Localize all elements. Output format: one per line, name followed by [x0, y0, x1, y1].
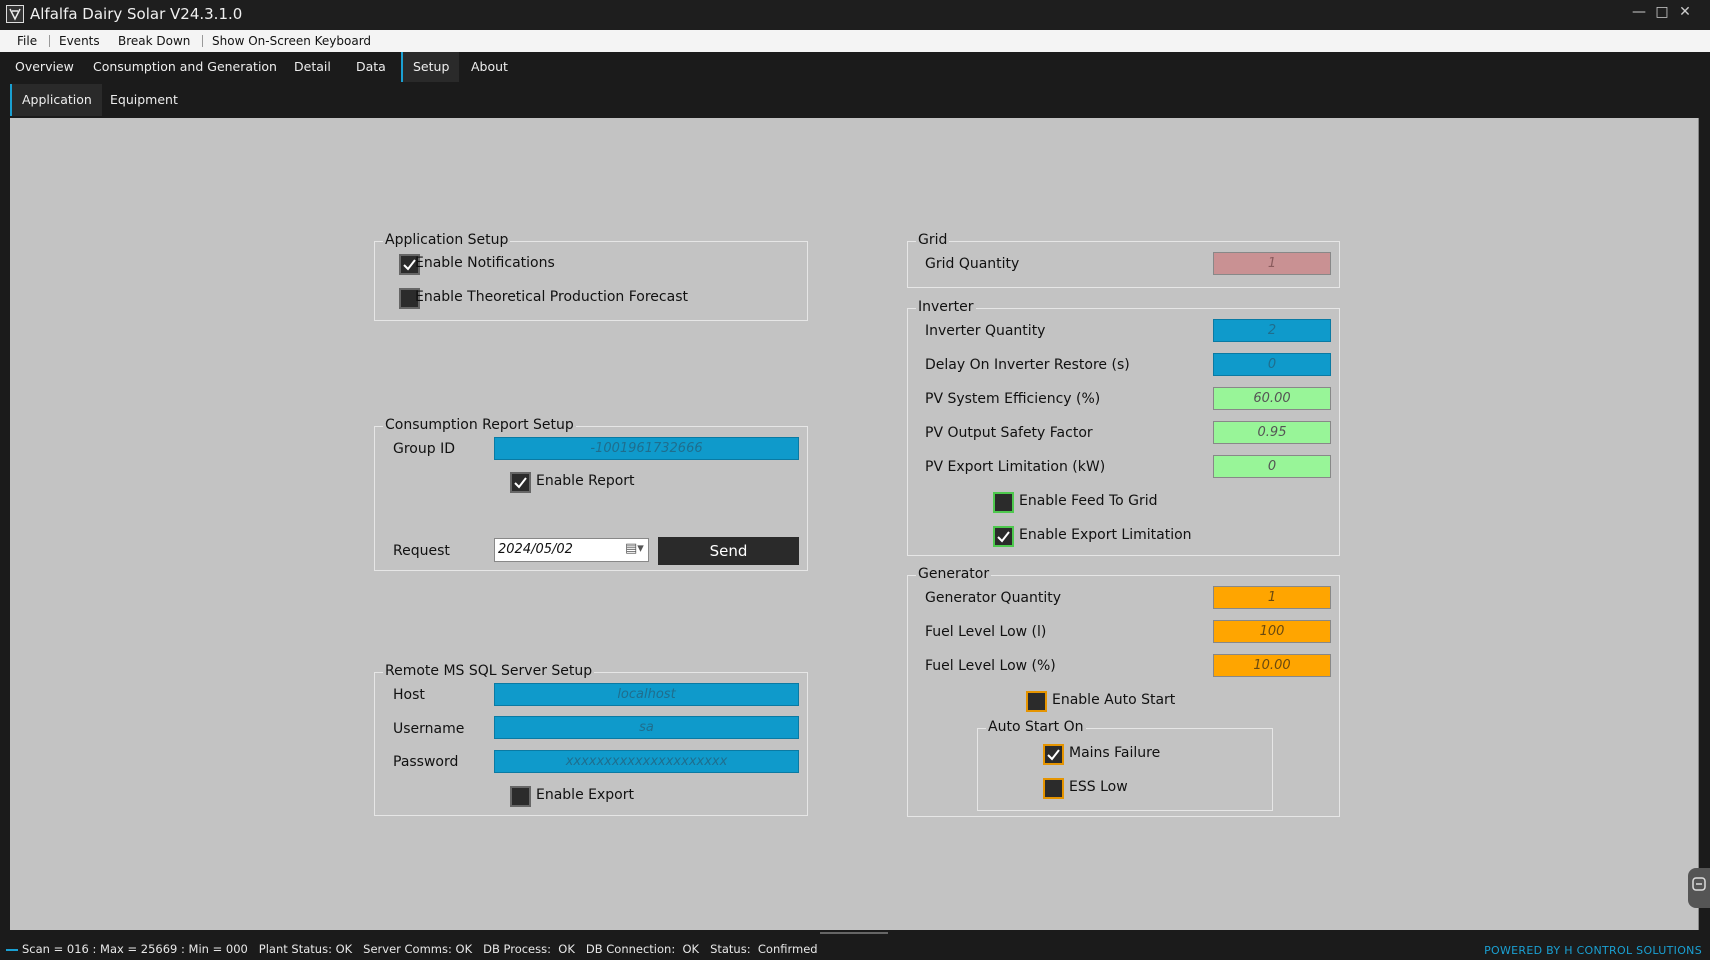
generator-quantity-input[interactable]: 1 [1213, 586, 1331, 609]
group-id-label: Group ID [393, 441, 455, 457]
generator-quantity-label: Generator Quantity [925, 590, 1062, 606]
host-input[interactable]: localhost [494, 683, 799, 706]
grid-quantity-label: Grid Quantity [925, 256, 1020, 272]
ess-low-checkbox[interactable] [1043, 778, 1064, 799]
fuel-low-l-label: Fuel Level Low (l) [925, 624, 1047, 640]
send-button[interactable]: Send [658, 537, 799, 565]
application-setup-group: Application Setup Enable Notifications E… [374, 232, 808, 321]
status-text: Scan = 016 : Max = 25669 : Min = 000 Pla… [22, 942, 818, 956]
tab-about[interactable]: About [461, 52, 518, 82]
pv-safety-input[interactable]: 0.95 [1213, 421, 1331, 444]
username-input[interactable]: sa [494, 716, 799, 739]
pv-export-limit-label: PV Export Limitation (kW) [925, 459, 1106, 475]
ess-low-label: ESS Low [1069, 779, 1128, 795]
group-title: Remote MS SQL Server Setup [383, 663, 595, 679]
tab-data[interactable]: Data [346, 52, 396, 82]
password-label: Password [393, 754, 459, 770]
fuel-low-l-input[interactable]: 100 [1213, 620, 1331, 643]
menu-events[interactable]: Events [59, 30, 100, 52]
pv-efficiency-input[interactable]: 60.00 [1213, 387, 1331, 410]
enable-export-checkbox[interactable] [510, 786, 531, 807]
close-icon[interactable]: ✕ [1674, 2, 1696, 22]
group-title: Inverter [916, 299, 976, 315]
tab-setup[interactable]: Setup [401, 52, 460, 82]
status-indicator [6, 949, 18, 951]
window-title: Alfalfa Dairy Solar V24.3.1.0 [30, 5, 243, 23]
enable-report-label: Enable Report [536, 473, 635, 489]
menu-bar: File Events Break Down Show On-Screen Ke… [0, 30, 1710, 53]
tab-overview[interactable]: Overview [5, 52, 84, 82]
resize-grip[interactable] [820, 932, 888, 940]
title-bar: Alfalfa Dairy Solar V24.3.1.0 — □ ✕ [0, 0, 1710, 30]
group-title: Auto Start On [986, 719, 1086, 735]
enable-auto-start-checkbox[interactable] [1026, 691, 1047, 712]
status-bar: Scan = 016 : Max = 25669 : Min = 000 Pla… [0, 932, 1710, 960]
tab-application[interactable]: Application [10, 84, 102, 116]
request-label: Request [393, 543, 450, 559]
export-limitation-label: Enable Export Limitation [1019, 527, 1192, 543]
auto-start-on-group: Auto Start On Mains Failure ESS Low [977, 719, 1273, 811]
group-title: Grid [916, 232, 950, 248]
feed-to-grid-checkbox[interactable] [993, 492, 1014, 513]
pv-safety-label: PV Output Safety Factor [925, 425, 1093, 441]
panel-toggle-icon [1692, 877, 1706, 891]
minimize-icon[interactable]: — [1628, 2, 1650, 22]
consumption-report-group: Consumption Report Setup Group ID -10019… [374, 417, 808, 571]
delay-restore-label: Delay On Inverter Restore (s) [925, 357, 1130, 373]
fuel-low-pct-input[interactable]: 10.00 [1213, 654, 1331, 677]
menu-file[interactable]: File [17, 30, 37, 52]
app-logo-icon [6, 5, 24, 23]
grid-group: Grid Grid Quantity 1 [907, 232, 1340, 288]
side-panel-handle[interactable] [1688, 868, 1710, 908]
group-title: Generator [916, 566, 992, 582]
maximize-icon[interactable]: □ [1651, 2, 1673, 22]
pv-efficiency-label: PV System Efficiency (%) [925, 391, 1101, 407]
pv-export-limit-input[interactable]: 0 [1213, 455, 1331, 478]
group-title: Consumption Report Setup [383, 417, 576, 433]
tab-consumption-generation[interactable]: Consumption and Generation [83, 52, 287, 82]
tab-detail[interactable]: Detail [284, 52, 341, 82]
group-id-input[interactable]: -1001961732666 [494, 437, 799, 460]
delay-restore-input[interactable]: 0 [1213, 353, 1331, 376]
fuel-low-pct-label: Fuel Level Low (%) [925, 658, 1056, 674]
enable-report-checkbox[interactable] [510, 472, 531, 493]
sql-server-group: Remote MS SQL Server Setup Host localhos… [374, 663, 808, 816]
request-date-value: 2024/05/02 [498, 542, 573, 557]
menu-separator [202, 35, 203, 47]
inverter-quantity-input[interactable]: 2 [1213, 319, 1331, 342]
menu-show-keyboard[interactable]: Show On-Screen Keyboard [212, 30, 371, 52]
export-limitation-checkbox[interactable] [993, 526, 1014, 547]
mains-failure-label: Mains Failure [1069, 745, 1161, 761]
calendar-dropdown-icon[interactable]: ▤▾ [625, 541, 644, 556]
username-label: Username [393, 721, 465, 737]
main-tab-bar: Overview Consumption and Generation Deta… [0, 52, 1710, 82]
enable-export-label: Enable Export [536, 787, 634, 803]
password-input[interactable]: xxxxxxxxxxxxxxxxxxxxx [494, 750, 799, 773]
grid-quantity-input[interactable]: 1 [1213, 252, 1331, 275]
inverter-quantity-label: Inverter Quantity [925, 323, 1046, 339]
group-title: Application Setup [383, 232, 511, 248]
menu-break-down[interactable]: Break Down [118, 30, 190, 52]
request-date-picker[interactable]: 2024/05/02 ▤▾ [494, 538, 649, 562]
sub-tab-bar: Application Equipment [8, 84, 1702, 116]
enable-auto-start-label: Enable Auto Start [1052, 692, 1176, 708]
mains-failure-checkbox[interactable] [1043, 744, 1064, 765]
generator-group: Generator Generator Quantity 1 Fuel Leve… [907, 566, 1340, 817]
enable-notifications-label: Enable Notifications [415, 255, 555, 271]
setup-content-panel: Application Setup Enable Notifications E… [10, 118, 1699, 930]
tab-equipment[interactable]: Equipment [100, 84, 188, 116]
powered-by-label: POWERED BY H CONTROL SOLUTIONS [1484, 944, 1702, 957]
feed-to-grid-label: Enable Feed To Grid [1019, 493, 1158, 509]
host-label: Host [393, 687, 425, 703]
enable-forecast-label: Enable Theoretical Production Forecast [415, 289, 688, 305]
menu-separator [49, 35, 50, 47]
inverter-group: Inverter Inverter Quantity 2 Delay On In… [907, 299, 1340, 556]
